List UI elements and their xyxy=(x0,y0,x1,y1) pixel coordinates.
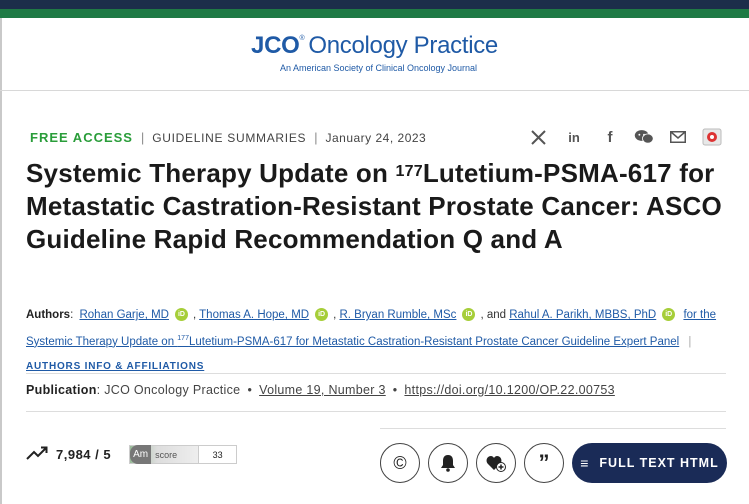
view-count: 7,984 / 5 xyxy=(56,447,112,462)
authors-info-link[interactable]: AUTHORS INFO & AFFILIATIONS xyxy=(26,361,204,372)
journal-name: JCO Oncology Practice xyxy=(104,383,241,397)
journal-logo[interactable]: JCO® Oncology Practice An American Societ… xyxy=(0,32,749,73)
article-actions: © ” ≡ FULL TEXT HTML xyxy=(380,443,727,483)
orcid-icon[interactable]: iD xyxy=(662,308,676,321)
share-bar: in f xyxy=(528,127,722,147)
article-metrics: 7,984 / 5 Am score 33 xyxy=(26,445,238,464)
author-link[interactable]: R. Bryan Rumble, MSc xyxy=(339,309,456,321)
author-and: and xyxy=(486,309,507,321)
publication-date: January 24, 2023 xyxy=(325,130,427,145)
volume-link[interactable]: Volume 19, Number 3 xyxy=(259,383,386,397)
full-text-label: FULL TEXT HTML xyxy=(599,456,719,470)
mendeley-icon[interactable] xyxy=(702,127,722,147)
trending-icon xyxy=(26,446,48,463)
divider xyxy=(26,373,726,374)
facebook-icon[interactable]: f xyxy=(600,127,620,147)
header-divider xyxy=(0,90,749,91)
heart-plus-icon xyxy=(486,456,506,472)
divider xyxy=(26,411,726,412)
authors-separator: | xyxy=(688,335,692,348)
orcid-icon[interactable]: iD xyxy=(174,308,188,321)
logo-subtitle: An American Society of Clinical Oncology… xyxy=(279,63,478,73)
altmetric-label: score xyxy=(155,449,178,460)
permissions-button[interactable]: © xyxy=(380,443,420,483)
article-meta: FREE ACCESS | GUIDELINE SUMMARIES | Janu… xyxy=(30,130,426,145)
orcid-icon[interactable]: iD xyxy=(315,308,329,321)
altmetric-badge[interactable]: Am score 33 xyxy=(129,445,238,464)
list-icon: ≡ xyxy=(580,455,590,471)
x-icon[interactable] xyxy=(528,127,548,147)
free-access-badge: FREE ACCESS xyxy=(30,130,133,145)
cite-button[interactable]: ” xyxy=(524,443,564,483)
full-text-html-button[interactable]: ≡ FULL TEXT HTML xyxy=(572,443,727,483)
left-border xyxy=(0,0,2,504)
publication-label: Publication xyxy=(26,383,97,397)
authors-block: Authors: Rohan Garje, MD iD, Thomas A. Ho… xyxy=(26,308,717,372)
wechat-icon[interactable] xyxy=(634,127,654,147)
top-navy-bar xyxy=(0,0,749,9)
favorite-button[interactable] xyxy=(476,443,516,483)
alert-button[interactable] xyxy=(428,443,468,483)
article-category[interactable]: GUIDELINE SUMMARIES xyxy=(152,131,306,145)
top-green-bar xyxy=(0,9,749,18)
doi-link[interactable]: https://doi.org/10.1200/OP.22.00753 xyxy=(404,383,614,397)
author-link[interactable]: Rahul A. Parikh, MBBS, PhD xyxy=(509,309,656,321)
isotope-superscript: 177 xyxy=(395,163,423,180)
author-link[interactable]: Thomas A. Hope, MD xyxy=(199,309,309,321)
orcid-icon[interactable]: iD xyxy=(462,308,476,321)
authors-label: Authors xyxy=(26,309,71,321)
publication-info: Publication: JCO Oncology Practice • Volum… xyxy=(26,383,615,397)
bell-icon xyxy=(441,455,455,472)
meta-separator: | xyxy=(140,130,145,145)
altmetric-score: 33 xyxy=(199,445,238,464)
altmetric-logo: Am xyxy=(130,445,152,464)
linkedin-icon[interactable]: in xyxy=(564,127,584,147)
divider xyxy=(380,428,726,429)
logo-jco: JCO xyxy=(251,32,300,59)
copyright-icon: © xyxy=(393,452,407,473)
email-icon[interactable] xyxy=(668,127,688,147)
quote-icon: ” xyxy=(538,450,550,475)
author-link[interactable]: Rohan Garje, MD xyxy=(79,309,168,321)
meta-separator: | xyxy=(314,130,318,145)
logo-title: Oncology Practice xyxy=(308,32,498,59)
article-title: Systemic Therapy Update on 177Lutetium-P… xyxy=(26,158,722,254)
logo-registered: ® xyxy=(299,35,305,42)
